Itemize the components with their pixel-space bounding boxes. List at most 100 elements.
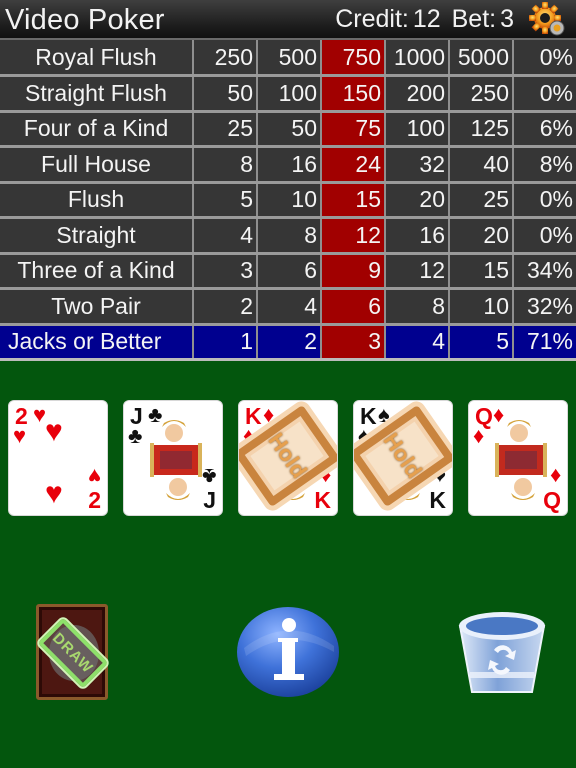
payout-bet-2: 6 bbox=[257, 253, 322, 290]
suit-icon-left: ♥ bbox=[13, 423, 27, 448]
payout-bet-4: 32 bbox=[385, 146, 450, 184]
payout-bet-1: 1 bbox=[193, 324, 258, 361]
hand-name: Flush bbox=[0, 182, 194, 219]
card-q-of-diamonds[interactable]: Q ♦ ♦ ♦ Q bbox=[468, 400, 568, 516]
card-2-of-hearts[interactable]: 2 ♥ ♥ ♥ 2 ♥ ♥ bbox=[8, 400, 108, 516]
payout-bet-2: 50 bbox=[257, 111, 322, 148]
payout-bet-2: 16 bbox=[257, 146, 322, 184]
hand-probability-percent: 0% bbox=[513, 217, 576, 255]
payout-bet-2: 500 bbox=[257, 40, 322, 77]
payout-bet-1: 2 bbox=[193, 288, 258, 326]
hand-name: Straight bbox=[0, 217, 194, 255]
hand-name: Jacks or Better bbox=[0, 324, 194, 361]
paytable-row: Full House 8 16 24 32 40 8% bbox=[0, 146, 576, 184]
payout-bet-5: 125 bbox=[449, 111, 514, 148]
payout-bet-4: 4 bbox=[385, 324, 450, 361]
payout-bet-4: 20 bbox=[385, 182, 450, 219]
payout-bet-3: 6 bbox=[321, 288, 386, 326]
paytable-row: Four of a Kind 25 50 75 100 125 6% bbox=[0, 111, 576, 148]
info-button[interactable] bbox=[236, 606, 340, 698]
paytable: Royal Flush 250 500 750 1000 5000 0% Straight F… bbox=[0, 40, 576, 361]
hand-probability-percent: 71% bbox=[513, 324, 576, 361]
discard-bin-button[interactable] bbox=[454, 604, 550, 698]
hand-cards: 2 ♥ ♥ ♥ 2 ♥ ♥ J ♣ ♣ ♣ J K ♦ ♦ ♦ K Hold K ♠ ♠ ♠ K bbox=[0, 400, 576, 516]
suit-pip: ♥ bbox=[45, 415, 63, 448]
payout-bet-5: 15 bbox=[449, 253, 514, 290]
payout-bet-4: 1000 bbox=[385, 40, 450, 77]
payout-bet-3: 75 bbox=[321, 111, 386, 148]
payout-bet-3: 15 bbox=[321, 182, 386, 219]
info-icon bbox=[237, 607, 339, 697]
payout-bet-1: 3 bbox=[193, 253, 258, 290]
credit-bet-display: Credit: 12 Bet: 3 bbox=[335, 5, 518, 34]
recycle-bin-icon bbox=[458, 612, 546, 693]
payout-bet-2: 4 bbox=[257, 288, 322, 326]
payout-bet-4: 200 bbox=[385, 75, 450, 113]
payout-bet-3: 9 bbox=[321, 253, 386, 290]
hand-probability-percent: 0% bbox=[513, 182, 576, 219]
payout-bet-5: 25 bbox=[449, 182, 514, 219]
suit-pip: ♥ bbox=[45, 477, 63, 510]
settings-gear-icon[interactable] bbox=[528, 2, 568, 38]
card-j-of-clubs[interactable]: J ♣ ♣ ♣ J bbox=[123, 400, 223, 516]
suit-icon-bottom: ♦ bbox=[549, 464, 561, 489]
payout-bet-5: 5000 bbox=[449, 40, 514, 77]
paytable-row: Straight 4 8 12 16 20 0% bbox=[0, 217, 576, 255]
paytable-row: Three of a Kind 3 6 9 12 15 34% bbox=[0, 253, 576, 290]
hand-name: Straight Flush bbox=[0, 75, 194, 113]
bet-label: Bet: bbox=[451, 5, 497, 33]
payout-bet-5: 10 bbox=[449, 288, 514, 326]
payout-bet-5: 20 bbox=[449, 217, 514, 255]
payout-bet-5: 5 bbox=[449, 324, 514, 361]
hand-name: Three of a Kind bbox=[0, 253, 194, 290]
suit-icon-bottom: ♥ bbox=[87, 464, 101, 489]
payout-bet-1: 25 bbox=[193, 111, 258, 148]
face-card-illustration bbox=[146, 415, 206, 505]
payout-bet-3: 150 bbox=[321, 75, 386, 113]
hand-probability-percent: 6% bbox=[513, 111, 576, 148]
hand-probability-percent: 0% bbox=[513, 75, 576, 113]
paytable-row: Royal Flush 250 500 750 1000 5000 0% bbox=[0, 40, 576, 77]
payout-bet-5: 40 bbox=[449, 146, 514, 184]
bet-value: 3 bbox=[500, 5, 514, 33]
payout-bet-3: 750 bbox=[321, 40, 386, 77]
payout-bet-4: 16 bbox=[385, 217, 450, 255]
payout-bet-3: 3 bbox=[321, 324, 386, 361]
card-k-of-spades[interactable]: K ♠ ♠ ♠ K Hold bbox=[353, 400, 453, 516]
hand-probability-percent: 32% bbox=[513, 288, 576, 326]
suit-icon-left: ♣ bbox=[128, 423, 143, 448]
suit-icon-left: ♦ bbox=[473, 423, 485, 448]
payout-bet-5: 250 bbox=[449, 75, 514, 113]
credit-label: Credit: bbox=[335, 5, 409, 33]
payout-bet-1: 50 bbox=[193, 75, 258, 113]
payout-bet-4: 12 bbox=[385, 253, 450, 290]
payout-bet-2: 10 bbox=[257, 182, 322, 219]
card-k-of-diamonds[interactable]: K ♦ ♦ ♦ K Hold bbox=[238, 400, 338, 516]
hold-label: Hold bbox=[263, 428, 312, 483]
hand-probability-percent: 8% bbox=[513, 146, 576, 184]
app-title: Video Poker bbox=[5, 4, 165, 36]
payout-bet-4: 8 bbox=[385, 288, 450, 326]
payout-bet-2: 100 bbox=[257, 75, 322, 113]
payout-bet-4: 100 bbox=[385, 111, 450, 148]
hand-name: Full House bbox=[0, 146, 194, 184]
card-rank-bottom: 2 bbox=[88, 487, 101, 513]
hand-name: Two Pair bbox=[0, 288, 194, 326]
hold-label: Hold bbox=[378, 428, 427, 483]
hand-probability-percent: 34% bbox=[513, 253, 576, 290]
payout-bet-3: 24 bbox=[321, 146, 386, 184]
draw-deck-button[interactable]: DRAW bbox=[36, 604, 109, 700]
header-bar: Video Poker Credit: 12 Bet: 3 bbox=[0, 0, 576, 40]
payout-bet-1: 5 bbox=[193, 182, 258, 219]
payout-bet-3: 12 bbox=[321, 217, 386, 255]
paytable-row: Flush 5 10 15 20 25 0% bbox=[0, 182, 576, 219]
payout-bet-1: 8 bbox=[193, 146, 258, 184]
payout-bet-2: 2 bbox=[257, 324, 322, 361]
paytable-row: Two Pair 2 4 6 8 10 32% bbox=[0, 288, 576, 326]
draw-stamp: DRAW bbox=[37, 617, 109, 689]
payout-bet-1: 4 bbox=[193, 217, 258, 255]
paytable-row: Straight Flush 50 100 150 200 250 0% bbox=[0, 75, 576, 113]
paytable-row: Jacks or Better 1 2 3 4 5 71% bbox=[0, 324, 576, 361]
payout-bet-2: 8 bbox=[257, 217, 322, 255]
hand-name: Four of a Kind bbox=[0, 111, 194, 148]
